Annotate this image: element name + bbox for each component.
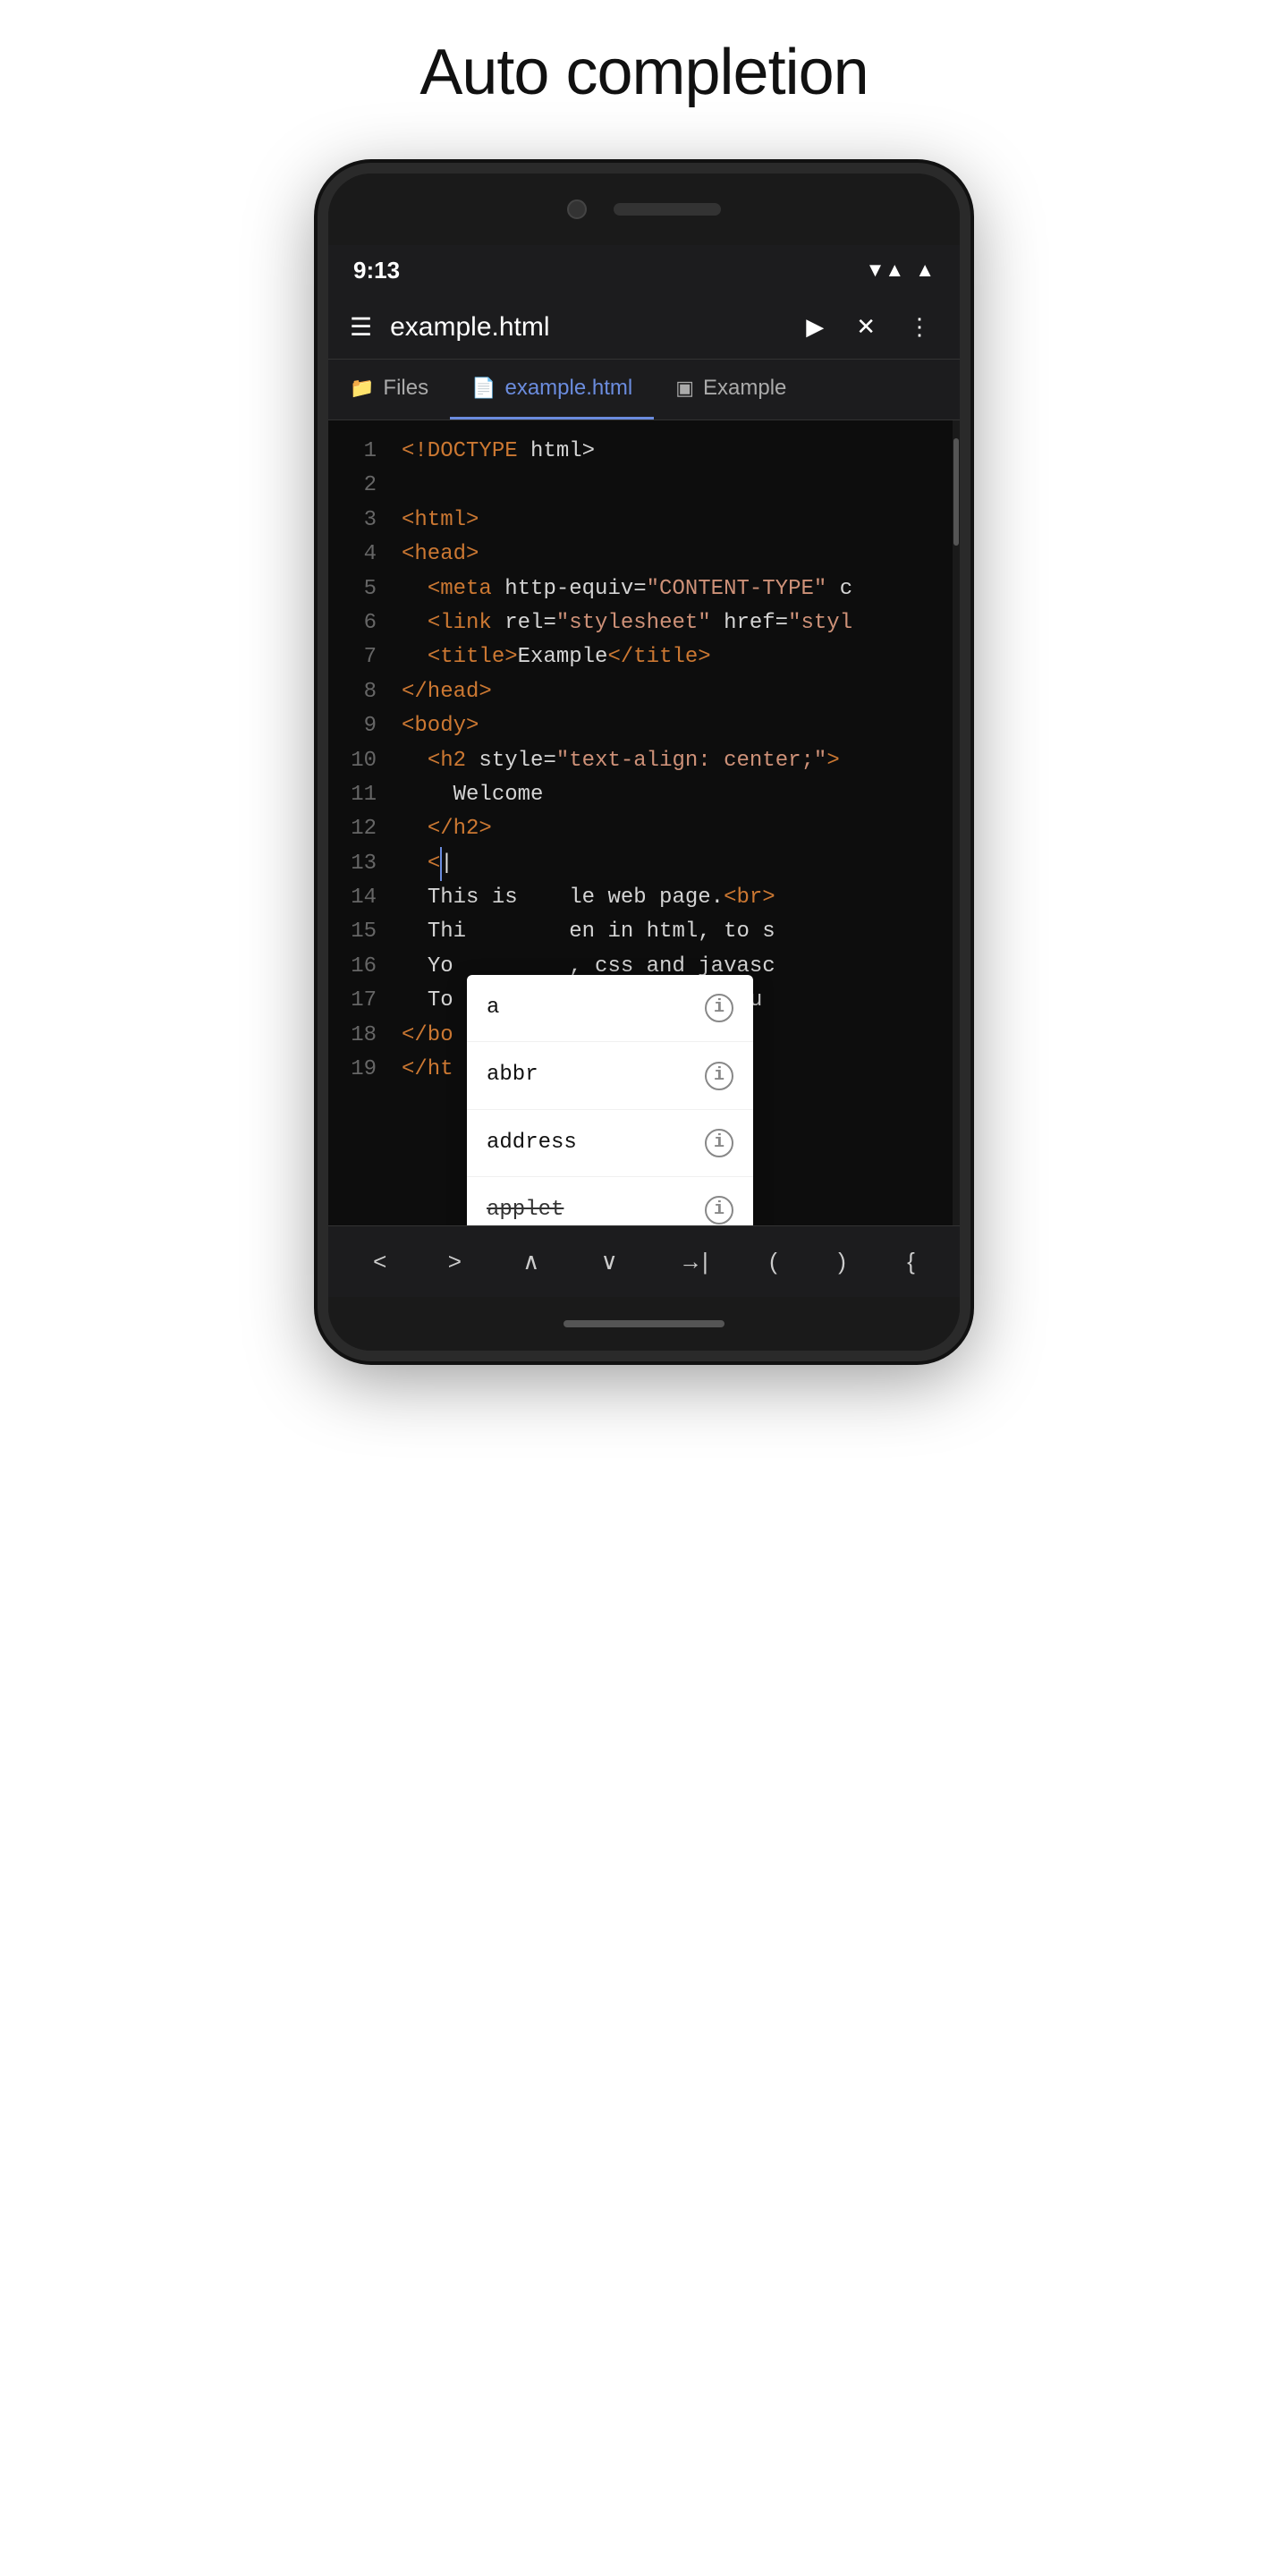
line-numbers: 1 2 3 4 5 6 7 8 9 10 11 12 13 14 15 16 1… [328,420,391,1101]
phone-bottom [328,1297,960,1351]
speaker [614,203,721,216]
tab-bar: 📁 Files 📄 example.html ▣ Example [328,360,960,420]
autocomplete-item-applet[interactable]: applet i [467,1177,753,1225]
info-icon-a[interactable]: i [705,994,733,1022]
code-line-4: <head> [402,538,949,572]
code-line-2 [402,469,949,503]
wifi-icon: ▼▲ [866,258,905,282]
code-line-8: </head> [402,675,949,709]
code-line-15: Thi en in html, to s [402,915,949,949]
key-tab[interactable]: →| [665,1241,723,1283]
code-line-10: <h2 style="text-align: center;"> [402,744,949,778]
tab-files[interactable]: 📁 Files [328,360,450,419]
app-toolbar: ☰ example.html ▶ ✕ ⋮ [328,295,960,360]
autocomplete-item-address[interactable]: address i [467,1110,753,1177]
camera [567,199,587,219]
keyboard-bar: < > ∧ ∨ →| ( ) { [328,1225,960,1297]
code-line-6: <link rel="stylesheet" href="styl [402,606,949,640]
close-button[interactable]: ✕ [849,309,883,344]
editor-tab-label: example.html [504,376,632,401]
autocomplete-label-applet: applet [487,1193,705,1225]
key-down[interactable]: ∨ [587,1241,632,1283]
status-icons: ▼▲ ▲ [866,258,935,282]
code-editor[interactable]: 1 2 3 4 5 6 7 8 9 10 11 12 13 14 15 16 1… [328,420,960,1225]
code-line-3: <html> [402,504,949,538]
key-close-paren[interactable]: ) [824,1241,860,1283]
preview-tab-icon: ▣ [675,377,694,400]
status-bar: 9:13 ▼▲ ▲ [328,245,960,295]
toolbar-title: example.html [390,312,781,343]
code-line-9: <body> [402,709,949,743]
home-indicator [564,1320,724,1327]
autocomplete-item-abbr[interactable]: abbr i [467,1042,753,1109]
preview-tab-label: Example [703,376,786,401]
key-open-brace[interactable]: { [893,1241,929,1283]
menu-button[interactable]: ☰ [350,312,372,342]
autocomplete-item-a[interactable]: a i [467,975,753,1042]
key-open-paren[interactable]: ( [755,1241,792,1283]
autocomplete-dropdown: a i abbr i address i applet i area i art… [467,975,753,1225]
files-tab-label: Files [383,376,428,401]
key-right-angle[interactable]: > [434,1241,476,1283]
code-line-14: This is le web page.<br> [402,881,949,915]
info-icon-applet[interactable]: i [705,1196,733,1224]
signal-icon: ▲ [915,258,935,282]
code-line-13: <| [402,847,949,881]
code-line-12: </h2> [402,812,949,846]
code-line-7: <title>Example</title> [402,640,949,674]
key-up[interactable]: ∧ [508,1241,554,1283]
tab-editor[interactable]: 📄 example.html [450,360,654,419]
autocomplete-label-address: address [487,1126,705,1160]
play-button[interactable]: ▶ [799,309,831,344]
page-title: Auto completion [419,36,868,109]
info-icon-address[interactable]: i [705,1129,733,1157]
info-icon-abbr[interactable]: i [705,1062,733,1090]
tab-preview[interactable]: ▣ Example [654,360,808,419]
phone-top [328,174,960,245]
code-line-11: Welcome [402,778,949,812]
phone-frame: 9:13 ▼▲ ▲ ☰ example.html ▶ ✕ ⋮ 📁 Files 📄… [318,163,970,1361]
scrollbar[interactable] [953,420,960,1225]
code-line-1: <!DOCTYPE html> [402,435,949,469]
scrollbar-thumb[interactable] [953,438,959,546]
more-button[interactable]: ⋮ [901,309,938,344]
status-time: 9:13 [353,257,400,284]
code-line-5: <meta http-equiv="CONTENT-TYPE" c [402,572,949,606]
editor-tab-icon: 📄 [471,377,496,400]
files-tab-icon: 📁 [350,377,374,400]
key-left-angle[interactable]: < [359,1241,401,1283]
autocomplete-label-a: a [487,991,705,1025]
autocomplete-label-abbr: abbr [487,1058,705,1092]
